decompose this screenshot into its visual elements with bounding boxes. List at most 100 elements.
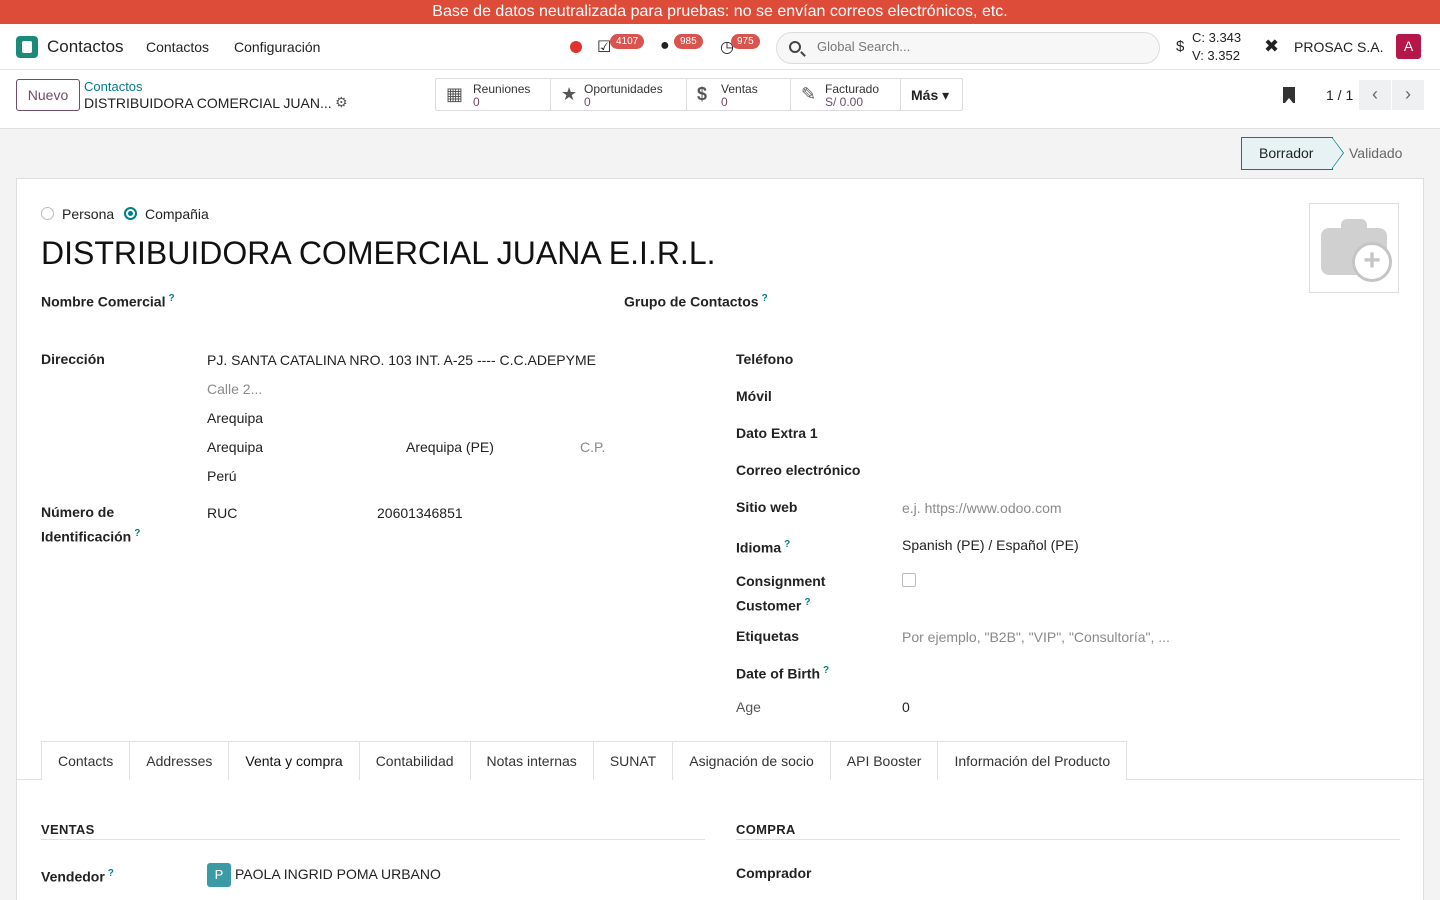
mobile-label: Móvil — [736, 388, 772, 404]
district-field[interactable]: Arequipa — [207, 410, 263, 426]
age-label: Age — [736, 699, 761, 715]
city-field[interactable]: Arequipa — [207, 439, 263, 455]
trade-name-label: Nombre Comercial? — [41, 293, 175, 310]
search-input[interactable] — [817, 39, 1137, 54]
breadcrumb-current: DISTRIBUIDORA COMERCIAL JUAN... — [84, 95, 332, 111]
language-field[interactable]: Spanish (PE) / Español (PE) — [902, 537, 1079, 553]
breadcrumb-parent[interactable]: Contactos — [84, 79, 143, 94]
radio-persona[interactable] — [41, 207, 54, 220]
neutralized-db-banner: Base de datos neutralizada para pruebas:… — [0, 0, 1440, 24]
radio-compania-label[interactable]: Compañia — [145, 206, 209, 222]
website-field[interactable]: e.j. https://www.odoo.com — [902, 500, 1062, 516]
dollar-icon: $ — [697, 84, 708, 104]
tab-contabilidad[interactable]: Contabilidad — [358, 741, 470, 780]
activity-badge: 4107 — [610, 34, 645, 49]
user-avatar[interactable]: A — [1396, 34, 1421, 59]
street2-field[interactable]: Calle 2... — [207, 381, 262, 397]
help-icon[interactable]: ? — [823, 665, 829, 676]
sales-divider — [41, 839, 705, 840]
star-icon: ★ — [561, 84, 578, 104]
id-number-field[interactable]: 20601346851 — [377, 505, 463, 521]
smart-button-ventas[interactable]: $ Ventas 0 — [687, 79, 791, 110]
app-name[interactable]: Contactos — [47, 37, 124, 57]
pager-next-button[interactable]: › — [1392, 80, 1424, 110]
top-navbar: Contactos Contactos Configuración ☑ 4107… — [0, 24, 1440, 70]
tab-notas-internas[interactable]: Notas internas — [469, 741, 593, 780]
global-search[interactable] — [776, 32, 1160, 64]
identification-label: Número de Identificación? — [41, 504, 141, 545]
buyer-label: Comprador — [736, 865, 812, 881]
chevron-right-icon: › — [1405, 84, 1411, 104]
chevron-left-icon: ‹ — [1372, 84, 1378, 104]
contacts-app-icon[interactable] — [16, 36, 38, 58]
smart-label: Reuniones — [473, 82, 531, 96]
tab-contacts[interactable]: Contacts — [41, 741, 130, 780]
website-label: Sitio web — [736, 499, 798, 515]
status-draft[interactable]: Borrador — [1241, 137, 1333, 170]
smart-button-facturado[interactable]: ✎ Facturado S/ 0.00 — [791, 79, 901, 110]
extra-data-label: Dato Extra 1 — [736, 425, 818, 441]
exchange-rates: C: 3.343 V: 3.352 — [1192, 29, 1241, 65]
status-validated[interactable]: Validado — [1349, 145, 1402, 161]
menu-contactos[interactable]: Contactos — [146, 39, 209, 55]
help-icon[interactable]: ? — [804, 597, 810, 608]
chat-icon[interactable]: ● — [660, 37, 670, 55]
bookmark-icon[interactable] — [1283, 87, 1295, 103]
menu-configuracion[interactable]: Configuración — [234, 39, 320, 55]
smart-button-oportunidades[interactable]: ★ Oportunidades 0 — [551, 79, 687, 110]
street-field[interactable]: PJ. SANTA CATALINA NRO. 103 INT. A-25 --… — [207, 352, 596, 368]
dob-label: Date of Birth? — [736, 665, 830, 682]
photo-upload[interactable]: + — [1309, 203, 1399, 293]
pager-value[interactable]: 1 / 1 — [1326, 87, 1353, 103]
zip-field[interactable]: C.P. — [580, 439, 605, 455]
company-switcher[interactable]: PROSAC S.A. — [1294, 39, 1383, 55]
help-icon[interactable]: ? — [108, 868, 114, 879]
help-icon[interactable]: ? — [784, 539, 790, 550]
tags-field[interactable]: Por ejemplo, "B2B", "VIP", "Consultoría"… — [902, 629, 1170, 645]
salesperson-field[interactable]: PAOLA INGRID POMA URBANO — [235, 866, 441, 882]
gear-icon[interactable]: ⚙ — [335, 94, 348, 111]
form-sheet: Persona Compañia DISTRIBUIDORA COMERCIAL… — [16, 178, 1424, 900]
id-type-field[interactable]: RUC — [207, 505, 237, 521]
smart-value: 0 — [584, 95, 591, 109]
recording-dot-icon[interactable] — [570, 41, 582, 53]
add-photo-icon: + — [1352, 242, 1392, 282]
tools-icon[interactable]: ✖ — [1264, 36, 1279, 57]
radio-compania[interactable] — [124, 207, 137, 220]
more-dropdown[interactable]: Más ▾ — [901, 79, 962, 110]
partner-name[interactable]: DISTRIBUIDORA COMERCIAL JUANA E.I.R.L. — [41, 235, 716, 272]
tab-asignacion-socio[interactable]: Asignación de socio — [672, 741, 830, 780]
messages-badge: 985 — [674, 34, 703, 49]
rate-sell: V: 3.352 — [1192, 48, 1240, 63]
tab-sunat[interactable]: SUNAT — [592, 741, 673, 780]
smart-value: 0 — [721, 95, 728, 109]
age-value: 0 — [902, 699, 910, 715]
tab-addresses[interactable]: Addresses — [129, 741, 229, 780]
edit-invoice-icon: ✎ — [801, 84, 817, 104]
consignment-checkbox[interactable] — [902, 573, 916, 587]
smart-value: S/ 0.00 — [825, 95, 864, 109]
help-icon[interactable]: ? — [134, 528, 140, 539]
state-field[interactable]: Arequipa (PE) — [406, 439, 494, 455]
caret-down-icon: ▾ — [942, 87, 950, 103]
sales-section-title: VENTAS — [41, 822, 95, 837]
search-icon — [789, 41, 801, 53]
contact-group-label: Grupo de Contactos? — [624, 293, 768, 310]
tab-venta-y-compra[interactable]: Venta y compra — [228, 741, 359, 780]
country-field[interactable]: Perú — [207, 468, 237, 484]
salesperson-avatar: P — [207, 863, 231, 887]
radio-persona-label[interactable]: Persona — [62, 206, 114, 222]
salesperson-label: Vendedor? — [41, 868, 114, 885]
help-icon[interactable]: ? — [168, 293, 174, 304]
tab-api-booster[interactable]: API Booster — [829, 741, 938, 780]
status-arrow-inner — [1332, 138, 1343, 168]
smart-button-reuniones[interactable]: ▦ Reuniones 0 — [436, 79, 551, 110]
new-button[interactable]: Nuevo — [16, 79, 80, 111]
consignment-label: Consignment Customer? — [736, 573, 826, 614]
clock-badge: 975 — [731, 34, 760, 49]
control-panel: Nuevo Contactos DISTRIBUIDORA COMERCIAL … — [0, 70, 1440, 129]
help-icon[interactable]: ? — [762, 293, 768, 304]
tab-informacion-producto[interactable]: Información del Producto — [937, 741, 1128, 780]
pager-previous-button[interactable]: ‹ — [1359, 80, 1391, 110]
smart-label: Ventas — [721, 82, 758, 96]
